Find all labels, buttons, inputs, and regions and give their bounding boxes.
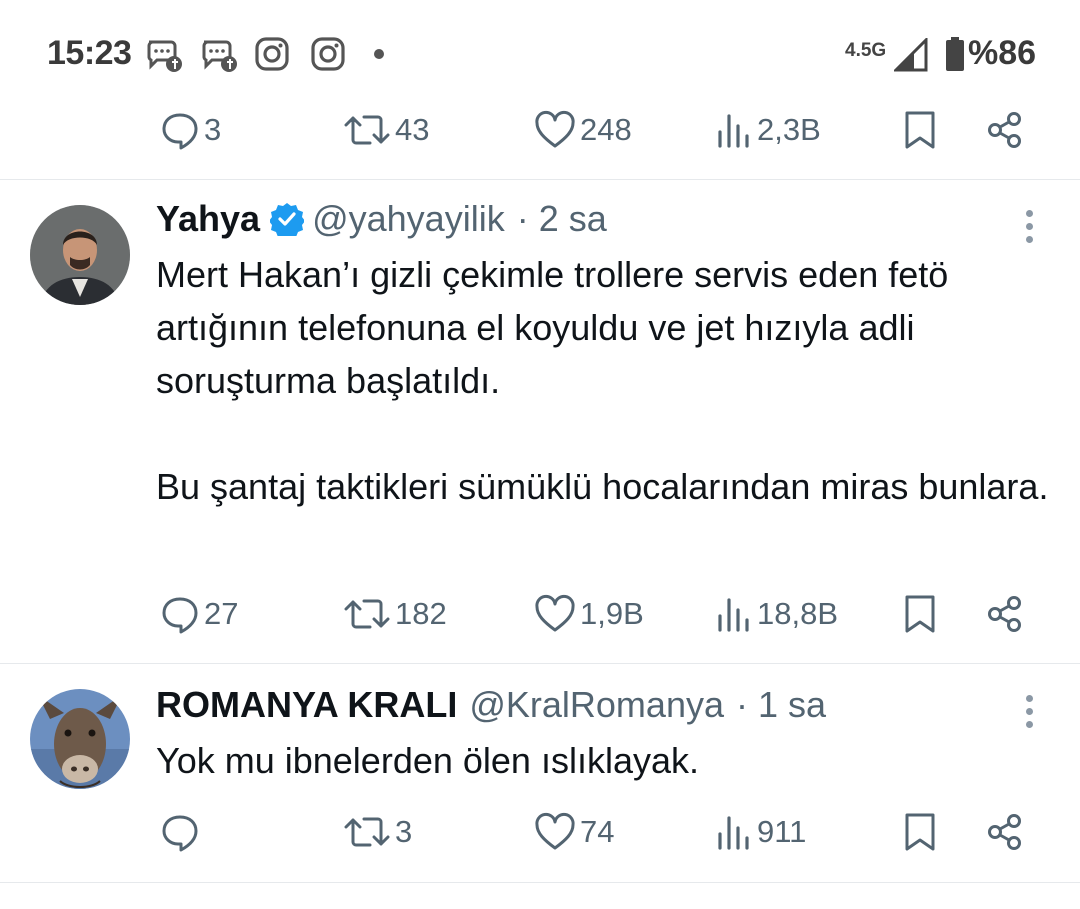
retweet-button[interactable]: 182 xyxy=(343,589,447,639)
reply-count: 27 xyxy=(204,596,239,631)
like-button[interactable]: 248 xyxy=(534,105,632,155)
reply-count: 3 xyxy=(204,112,222,147)
divider xyxy=(0,882,1080,883)
battery-percent: %86 xyxy=(968,34,1037,72)
signal-icon xyxy=(894,38,928,72)
network-type: 4.5G xyxy=(845,40,887,61)
retweet-count: 3 xyxy=(395,814,413,849)
share-icon xyxy=(988,814,1021,850)
avatar[interactable] xyxy=(30,205,130,305)
reply-button[interactable] xyxy=(160,807,204,857)
share-button[interactable] xyxy=(985,807,1025,857)
tweet-paragraph: Mert Hakan’ı gizli çekimle trollere serv… xyxy=(156,254,949,401)
avatar[interactable] xyxy=(30,689,130,789)
views-icon xyxy=(718,114,749,148)
status-bar: 15:23 4.5G %86 xyxy=(0,0,1080,100)
like-count: 1,9B xyxy=(580,596,644,631)
views-count: 18,8B xyxy=(757,596,839,631)
reply-button[interactable]: 3 xyxy=(160,105,221,155)
reply-icon xyxy=(162,815,198,852)
share-button[interactable] xyxy=(985,589,1025,639)
bookmark-button[interactable] xyxy=(902,105,938,155)
author-handle[interactable]: @yahyayilik xyxy=(312,198,505,240)
views-button[interactable]: 2,3B xyxy=(717,105,821,155)
views-icon xyxy=(718,598,749,632)
retweet-icon xyxy=(344,115,390,145)
retweet-count: 182 xyxy=(395,596,447,631)
tweet-actions: 3 74 911 xyxy=(0,807,1080,857)
views-count: 911 xyxy=(757,814,807,849)
retweet-icon xyxy=(344,817,390,847)
heart-icon xyxy=(535,594,575,632)
author-handle[interactable]: @KralRomanya xyxy=(469,684,724,726)
instagram-icon xyxy=(311,37,345,71)
like-button[interactable]: 74 xyxy=(534,807,614,857)
tweet-time[interactable]: · 2 sa xyxy=(517,198,607,240)
tweet-header: ROMANYA KRALI @KralRomanya · 1 sa xyxy=(156,684,826,726)
tweet[interactable]: Yahya @yahyayilik · 2 sa Mert Hakan’ı gi… xyxy=(0,180,1080,663)
retweet-button[interactable]: 3 xyxy=(343,807,412,857)
like-count: 248 xyxy=(580,112,632,147)
verified-badge-icon xyxy=(270,203,305,236)
battery-icon xyxy=(946,37,964,71)
reply-icon xyxy=(162,113,198,150)
status-time: 15:23 xyxy=(47,34,132,72)
avatar-image xyxy=(30,689,130,789)
tweet-paragraph: Yok mu ibnelerden ölen ıslıklayak. xyxy=(156,740,699,781)
tweet-text: Yok mu ibnelerden ölen ıslıklayak. xyxy=(156,734,1056,787)
avatar-image xyxy=(30,205,130,305)
messenger-icon xyxy=(202,40,237,72)
tweet-header: Yahya @yahyayilik · 2 sa xyxy=(156,198,607,240)
share-icon xyxy=(988,112,1021,148)
tweet-paragraph: Bu şantaj taktikleri sümüklü hocalarında… xyxy=(156,466,1049,507)
reply-button[interactable]: 27 xyxy=(160,589,238,639)
share-button[interactable] xyxy=(985,105,1025,155)
retweet-icon xyxy=(344,599,390,629)
reply-icon xyxy=(162,597,198,634)
tweet-text: Mert Hakan’ı gizli çekimle trollere serv… xyxy=(156,248,1056,513)
messenger-icon xyxy=(147,40,182,72)
views-button[interactable]: 18,8B xyxy=(717,589,838,639)
like-button[interactable]: 1,9B xyxy=(534,589,644,639)
views-button[interactable]: 911 xyxy=(717,807,806,857)
bookmark-button[interactable] xyxy=(902,589,938,639)
share-icon xyxy=(988,596,1021,632)
more-options-icon[interactable] xyxy=(1021,695,1037,734)
retweet-button[interactable]: 43 xyxy=(343,105,429,155)
bookmark-icon xyxy=(905,595,935,633)
bookmark-button[interactable] xyxy=(902,807,938,857)
heart-icon xyxy=(535,110,575,148)
like-count: 74 xyxy=(580,814,615,849)
notification-dot-icon xyxy=(374,49,384,59)
tweet-actions: 27 182 1,9B 18,8B xyxy=(0,589,1080,639)
more-options-icon[interactable] xyxy=(1021,210,1037,249)
heart-icon xyxy=(535,812,575,850)
author-name[interactable]: Yahya xyxy=(156,198,260,240)
tweet-time[interactable]: · 1 sa xyxy=(736,684,826,726)
tweet[interactable]: ROMANYA KRALI @KralRomanya · 1 sa Yok mu… xyxy=(0,664,1080,882)
bookmark-icon xyxy=(905,813,935,851)
bookmark-icon xyxy=(905,111,935,149)
views-icon xyxy=(718,816,749,850)
instagram-icon xyxy=(255,37,289,71)
retweet-count: 43 xyxy=(395,112,430,147)
previous-tweet-actions: 3 43 248 2,3B xyxy=(0,105,1080,155)
author-name[interactable]: ROMANYA KRALI xyxy=(156,684,457,726)
views-count: 2,3B xyxy=(757,112,821,147)
